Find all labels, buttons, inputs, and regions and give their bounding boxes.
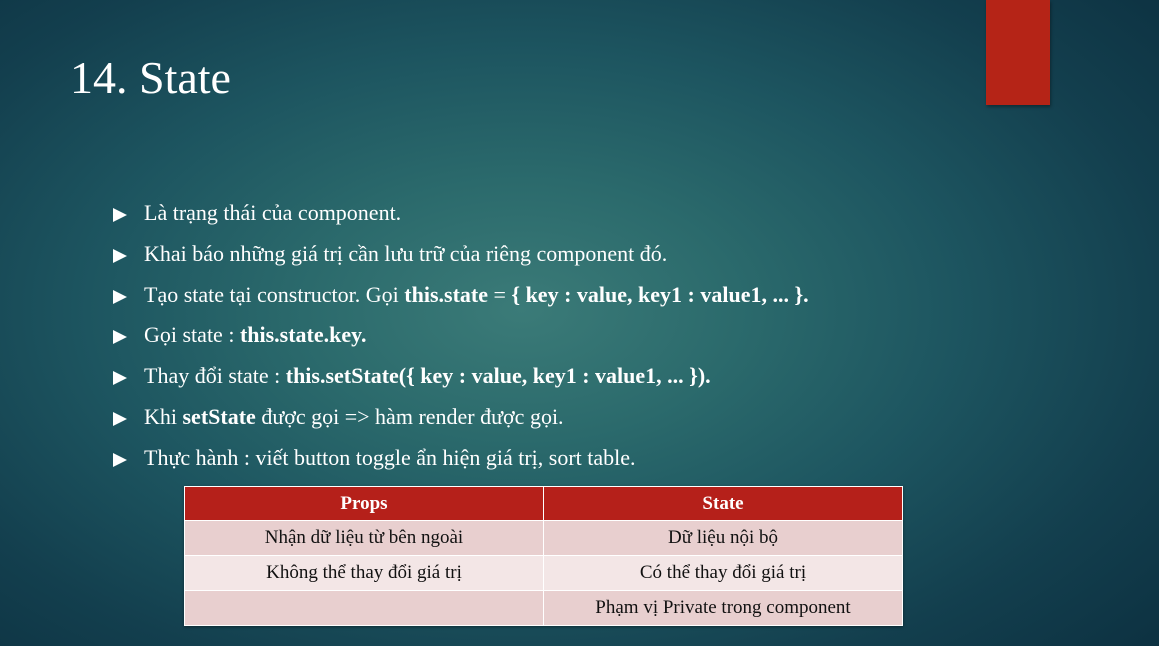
bullet-item: Thực hành : viết button toggle ẩn hiện g…	[113, 442, 809, 483]
bullet-text: Khai báo những giá trị cần lưu trữ của r…	[144, 240, 668, 266]
triangle-bullet-icon	[113, 452, 127, 467]
bullet-code-text: setState	[182, 403, 256, 429]
bullet-text: được gọi => hàm render được gọi.	[255, 403, 564, 429]
bullet-text: Khi	[144, 403, 183, 429]
bullet-item: Khai báo những giá trị cần lưu trữ của r…	[113, 238, 809, 279]
props-vs-state-table: Props State Nhận dữ liệu từ bên ngoài Dữ…	[184, 486, 903, 626]
bullet-code-text: this.state.key.	[239, 322, 367, 348]
triangle-bullet-icon	[113, 330, 127, 345]
bullet-text: Thay đổi state :	[144, 363, 286, 389]
bullet-item: Gọi state : this.state.key.	[113, 319, 809, 360]
bullet-text: Thực hành : viết button toggle ẩn hiện g…	[144, 444, 636, 470]
table-row: Nhận dữ liệu từ bên ngoài Dữ liệu nội bộ	[184, 520, 903, 556]
bullet-text: Gọi state :	[144, 322, 240, 348]
table-cell: Dữ liệu nội bộ	[543, 520, 903, 556]
bullet-item: Là trạng thái của component.	[113, 197, 809, 238]
triangle-bullet-icon	[113, 248, 127, 263]
bullet-item: Khi setState được gọi => hàm render được…	[113, 401, 809, 442]
bullet-list: Là trạng thái của component. Khai báo nhữ…	[113, 197, 809, 483]
table-cell: Có thể thay đổi giá trị	[543, 555, 903, 591]
bullet-text: =	[487, 281, 512, 307]
table-header-props: Props	[184, 486, 544, 521]
bullet-item: Tạo state tại constructor. Gọi this.stat…	[113, 279, 809, 320]
table-cell: Nhận dữ liệu từ bên ngoài	[184, 520, 544, 556]
table-header-row: Props State	[184, 486, 903, 521]
bullet-item: Thay đổi state : this.setState({ key : v…	[113, 360, 809, 401]
table-cell: Phạm vị Private trong component	[543, 590, 903, 626]
table-row: Không thể thay đổi giá trị Có thể thay đ…	[184, 555, 903, 591]
table-cell: Không thể thay đổi giá trị	[184, 555, 544, 591]
bullet-text: Là trạng thái của component.	[144, 200, 402, 225]
accent-bar	[986, 0, 1050, 105]
bullet-code-text: this.state	[404, 281, 488, 307]
table-row: Phạm vị Private trong component	[184, 590, 903, 626]
bullet-code-text: { key : value, key1 : value1, ... }.	[511, 281, 809, 307]
slide-title: 14. State	[70, 52, 231, 103]
bullet-text: Tạo state tại constructor. Gọi	[144, 281, 405, 307]
table-header-state: State	[543, 486, 903, 521]
triangle-bullet-icon	[113, 289, 127, 304]
triangle-bullet-icon	[113, 371, 127, 386]
slide: 14. State Là trạng thái của component. Kh…	[0, 0, 1159, 646]
triangle-bullet-icon	[113, 411, 127, 426]
triangle-bullet-icon	[113, 208, 127, 222]
bullet-code-text: this.setState({ key : value, key1 : valu…	[285, 363, 711, 389]
table-cell	[184, 590, 544, 626]
